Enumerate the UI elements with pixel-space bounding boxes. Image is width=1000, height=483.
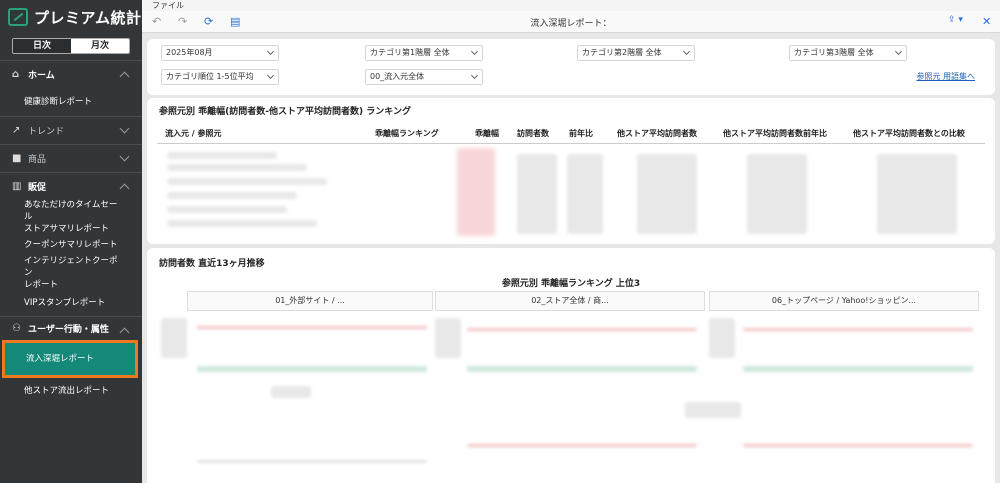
blurred-values: [747, 154, 807, 234]
col-other-avg[interactable]: 他ストア平均訪問者数: [617, 128, 697, 139]
filter-panel: 2025年08月 カテゴリ第1階層 全体 カテゴリ第2階層 全体 カテゴリ第3階…: [147, 39, 995, 95]
toggle-day-button[interactable]: 日次: [13, 39, 71, 53]
chevron-down-icon: [682, 47, 691, 56]
share-icon[interactable]: ⇪ ▾: [948, 15, 963, 25]
menu-bar: ファイル: [142, 0, 1000, 11]
chevron-up-icon: [119, 183, 130, 194]
chevron-up-icon: [119, 71, 130, 82]
sidebar-section-user[interactable]: ⚇ ユーザー行動・属性: [0, 316, 142, 340]
trend-subtitle: 参照元別 乖離幅ランキング 上位3: [501, 279, 641, 289]
blurred-label: [685, 402, 741, 418]
blurred-values: [637, 154, 697, 234]
source-select[interactable]: 00_流入元全体: [365, 69, 483, 85]
toggle-month-button[interactable]: 月次: [71, 39, 129, 53]
chevron-down-icon: [119, 151, 130, 162]
ranking-panel: 参照元別 乖離幅(訪問者数-他ストア平均訪問者数) ランキング 流入元 / 参照…: [147, 98, 995, 244]
category2-select[interactable]: カテゴリ第2階層 全体: [577, 45, 695, 61]
table-row: [167, 164, 307, 171]
trend-icon: ↗: [12, 125, 21, 136]
blurred-series-line: [743, 366, 973, 372]
blurred-values: [517, 154, 557, 234]
blurred-axis: [435, 318, 461, 358]
blurred-series-line: [197, 366, 427, 372]
sidebar-section-home[interactable]: ⌂ ホーム: [0, 60, 142, 88]
chevron-down-icon: [894, 47, 903, 56]
category1-select[interactable]: カテゴリ第1階層 全体: [365, 45, 483, 61]
sidebar: プレミアム統計 日次 月次 ⌂ ホーム 健康診断レポート ↗ トレンド ■ 商品…: [0, 0, 142, 483]
blurred-values: [567, 154, 603, 234]
trend-panel: 訪問者数 直近13ヶ月推移 参照元別 乖離幅ランキング 上位3 01_外部サイト…: [147, 248, 995, 483]
ranking-title: 参照元別 乖離幅(訪問者数-他ストア平均訪問者数) ランキング: [159, 107, 411, 117]
table-row: [167, 152, 277, 159]
home-icon: ⌂: [12, 69, 20, 80]
col-visitors[interactable]: 訪問者数: [517, 128, 549, 139]
col-source[interactable]: 流入元 / 参照元: [165, 128, 222, 139]
table-row: [167, 206, 287, 213]
blurred-series-line: [467, 366, 697, 372]
blurred-series-line: [197, 326, 427, 329]
chevron-down-icon: [470, 71, 479, 80]
period-toggle: 日次 月次: [12, 38, 130, 54]
close-icon[interactable]: ✕: [982, 15, 991, 28]
col-gap-rank[interactable]: 乖離幅ランキング: [375, 128, 439, 139]
logo-text: プレミアム統計: [34, 8, 142, 27]
category3-select[interactable]: カテゴリ第3階層 全体: [789, 45, 907, 61]
col-gap[interactable]: 乖離幅: [475, 128, 499, 139]
month-select[interactable]: 2025年08月: [161, 45, 279, 61]
sidebar-section-products[interactable]: ■ 商品: [0, 144, 142, 172]
report-title: 流入深堀レポート：: [530, 19, 612, 29]
chevron-down-icon: [266, 71, 275, 80]
table-row: [167, 178, 327, 185]
folder-icon: ■: [12, 153, 22, 164]
trend-column-3[interactable]: 06_トップページ / Yahoo!ショッピン...: [709, 291, 979, 311]
table-row: [167, 192, 297, 199]
col-other-avg-yoy[interactable]: 他ストア平均訪問者数前年比: [723, 128, 827, 139]
glossary-link[interactable]: 参照元 用語集へ: [916, 71, 975, 82]
chevron-down-icon: [119, 123, 130, 134]
sidebar-section-trend[interactable]: ↗ トレンド: [0, 116, 142, 144]
toolbar: ↶ ↷ ⟳ ▤ 流入深堀レポート： ⇪ ▾ ✕: [142, 11, 1000, 33]
chevron-down-icon: [266, 47, 275, 56]
blurred-values: [877, 154, 957, 234]
blurred-label: [271, 386, 311, 398]
blurred-series-line: [467, 328, 697, 331]
logo-icon: [8, 8, 28, 26]
chevron-up-icon: [119, 327, 130, 338]
sidebar-section-label: ホーム: [28, 71, 55, 81]
bar-chart-icon: ▥: [12, 181, 22, 192]
sidebar-item-timesale-report[interactable]: あなただけのタイムセール ストアサマリレポート: [0, 200, 142, 234]
blurred-axis: [709, 318, 735, 358]
blurred-series-line: [743, 444, 973, 447]
report-canvas: 2025年08月 カテゴリ第1階層 全体 カテゴリ第2階層 全体 カテゴリ第3階…: [142, 33, 1000, 483]
ranking-table-header: 流入元 / 参照元 乖離幅ランキング 乖離幅 訪問者数 前年比 他ストア平均訪問…: [157, 122, 985, 144]
category-rank-select[interactable]: カテゴリ順位 1-5位平均: [161, 69, 279, 85]
chevron-down-icon: [470, 47, 479, 56]
sidebar-section-promo[interactable]: ▥ 販促: [0, 172, 142, 200]
sidebar-item-inflow-report[interactable]: 流入深堀レポート: [2, 340, 138, 378]
sidebar-item-intelligent-coupon[interactable]: インテリジェントクーポン レポート: [0, 256, 142, 290]
sidebar-item-health-report[interactable]: 健康診断レポート: [0, 88, 142, 116]
trend-title: 訪問者数 直近13ヶ月推移: [159, 259, 265, 269]
trend-column-2[interactable]: 02_ストア全体 / 商...: [435, 291, 705, 311]
blurred-series-line: [197, 460, 427, 463]
col-other-compare[interactable]: 他ストア平均訪問者数との比較: [853, 128, 965, 139]
sidebar-item-vip-stamp[interactable]: VIPスタンプレポート: [0, 290, 142, 316]
blurred-series-line: [467, 444, 697, 447]
trend-column-1[interactable]: 01_外部サイト / ...: [187, 291, 433, 311]
blurred-series-line: [743, 328, 973, 331]
blurred-gap-column: [457, 148, 495, 236]
sidebar-item-outflow-report[interactable]: 他ストア流出レポート: [0, 378, 142, 404]
menu-file[interactable]: ファイル: [152, 1, 184, 10]
col-yoy[interactable]: 前年比: [569, 128, 593, 139]
blurred-axis: [161, 318, 187, 358]
app-logo[interactable]: プレミアム統計: [0, 0, 142, 34]
user-icon: ⚇: [12, 323, 21, 334]
table-row: [167, 220, 317, 227]
sidebar-item-coupon-report[interactable]: クーポンサマリレポート: [0, 234, 142, 256]
